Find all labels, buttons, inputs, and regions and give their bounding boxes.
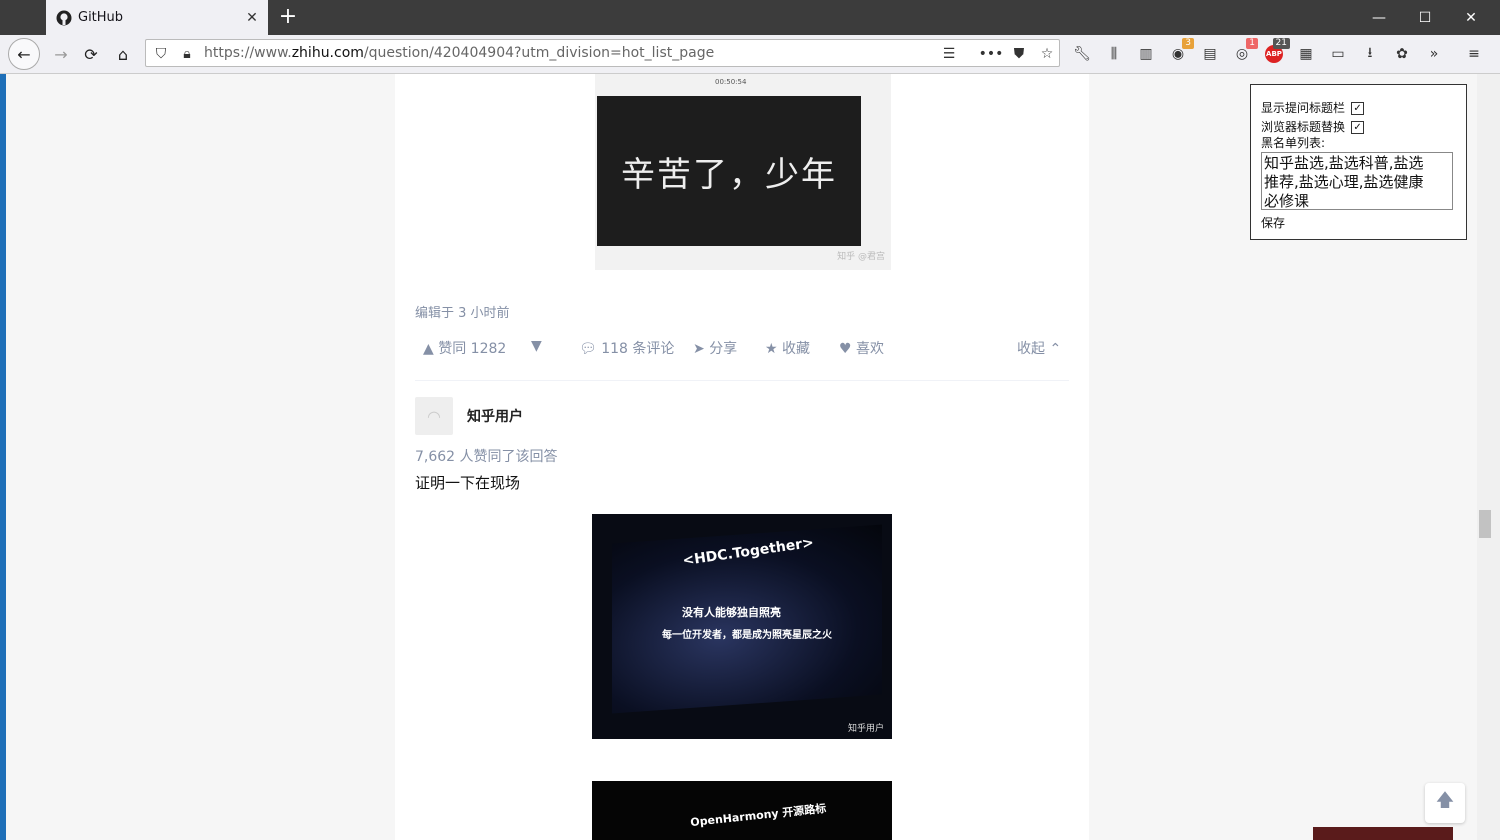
url-path: /question/420404904?utm_division=hot_lis… bbox=[363, 45, 715, 61]
favorite-button[interactable]: ★ 收藏 bbox=[765, 338, 810, 358]
answer-image[interactable]: 00:50:54 辛苦了，少年 知乎 @君宫 bbox=[595, 74, 891, 270]
bookmark-star-icon[interactable]: ☆ bbox=[1036, 43, 1058, 65]
vote-count: 7,662 人赞同了该回答 bbox=[415, 449, 558, 465]
like-label: 喜欢 bbox=[856, 341, 885, 357]
show-title-row: 显示提问标题栏 ✓ bbox=[1261, 99, 1365, 116]
extension-globe-icon[interactable]: ◉ 3 bbox=[1168, 38, 1194, 64]
answer-list: 00:50:54 辛苦了，少年 知乎 @君宫 编辑于 3 小时前 ▲ 赞同 12… bbox=[395, 74, 1089, 840]
show-title-checkbox[interactable]: ✓ bbox=[1351, 102, 1365, 115]
navigation-toolbar: ← → ⟳ ⌂ ⛉ 🔒︎ https://www.zhihu.com/quest… bbox=[0, 35, 1500, 74]
close-window-button[interactable]: ✕ bbox=[1448, 0, 1494, 35]
favorite-label: 收藏 bbox=[782, 341, 811, 357]
share-button[interactable]: ➤ 分享 bbox=[693, 338, 737, 358]
new-tab-button[interactable]: + bbox=[276, 5, 300, 29]
avatar[interactable]: ◠ bbox=[415, 397, 453, 435]
image-watermark: 知乎用户 bbox=[847, 724, 884, 734]
taskbar-thumbnail bbox=[1313, 827, 1453, 840]
answer-image[interactable]: <HDC.Together> 没有人能够独自照亮 每一位开发者，都是成为照亮星辰… bbox=[592, 514, 892, 739]
minimize-button[interactable]: — bbox=[1356, 0, 1402, 35]
overflow-chevron-icon[interactable]: » bbox=[1424, 44, 1444, 64]
url-host-prefix: https://www. bbox=[204, 45, 292, 61]
shield-icon[interactable]: ⛉ bbox=[150, 43, 172, 65]
reader-view-icon[interactable]: ☰ bbox=[938, 43, 960, 65]
replace-title-label: 浏览器标题替换 bbox=[1261, 120, 1346, 134]
extension-badge: 3 bbox=[1182, 38, 1194, 49]
url-text[interactable]: https://www.zhihu.com/question/420404904… bbox=[204, 45, 714, 61]
edited-time[interactable]: 编辑于 3 小时前 bbox=[415, 302, 510, 321]
extension-grid-icon[interactable]: ▦ bbox=[1296, 44, 1316, 64]
replace-title-row: 浏览器标题替换 ✓ bbox=[1261, 118, 1365, 135]
extension-badge: 21 bbox=[1272, 38, 1290, 49]
scrollbar-thumb[interactable] bbox=[1479, 510, 1491, 538]
url-bar[interactable]: ⛉ 🔒︎ https://www.zhihu.com/question/4204… bbox=[145, 39, 1060, 67]
extension-window-icon[interactable]: ▤ bbox=[1200, 44, 1220, 64]
replace-title-checkbox[interactable]: ✓ bbox=[1351, 121, 1365, 134]
share-label: 分享 bbox=[709, 341, 738, 357]
upvote-button[interactable]: ▲ 赞同 1282 bbox=[423, 338, 506, 358]
downvote-button[interactable]: ▼ bbox=[531, 338, 542, 354]
answer-text: 证明一下在现场 bbox=[415, 474, 521, 492]
menu-icon[interactable]: ≡ bbox=[1464, 44, 1484, 64]
userscript-settings-panel: 显示提问标题栏 ✓ 浏览器标题替换 ✓ 黑名单列表: 知乎盐选,盐选科普,盐选推荐,… bbox=[1250, 84, 1467, 240]
page-actions-icon[interactable]: ••• bbox=[979, 43, 1004, 65]
tab-github[interactable]: GitHub ✕ bbox=[46, 0, 268, 35]
image-watermark: 知乎 @君宫 bbox=[837, 252, 885, 262]
extension-paw-icon[interactable]: ✿ bbox=[1392, 44, 1412, 64]
image-time: 00:50:54 bbox=[715, 78, 747, 86]
back-to-top-button[interactable]: 🡅 bbox=[1425, 783, 1465, 823]
image-dark-screen: 辛苦了，少年 bbox=[597, 96, 861, 246]
image-caption: OpenHarmony 开源路标 bbox=[689, 801, 827, 830]
pocket-icon[interactable]: ⛊ bbox=[1008, 43, 1030, 65]
tab-strip: GitHub ✕ + — ☐ ✕ bbox=[0, 0, 1500, 35]
collapse-button[interactable]: 收起 ⌃ bbox=[1017, 338, 1061, 358]
image-caption: 辛苦了，少年 bbox=[621, 154, 837, 195]
save-button[interactable]: 保存 bbox=[1261, 214, 1285, 231]
adblock-plus-icon[interactable]: ABP 21 bbox=[1264, 38, 1290, 64]
image-line-1: 没有人能够独自照亮 bbox=[682, 606, 781, 619]
forward-button[interactable]: → bbox=[46, 39, 76, 69]
show-title-label: 显示提问标题栏 bbox=[1261, 101, 1346, 115]
wrench-icon[interactable]: 🔧︎ bbox=[1072, 44, 1092, 64]
url-host: zhihu.com bbox=[291, 45, 364, 61]
answer-actions: ▲ 赞同 1282 ▼ 💬︎ 118 条评论 ➤ 分享 ★ 收藏 ♥ 喜欢 收起… bbox=[415, 338, 1069, 358]
image-line-2: 每一位开发者，都是成为照亮星辰之火 bbox=[662, 630, 832, 641]
author-name[interactable]: 知乎用户 bbox=[467, 406, 523, 426]
close-icon[interactable]: ✕ bbox=[242, 8, 262, 28]
blacklist-textarea[interactable]: 知乎盐选,盐选科普,盐选推荐,盐选心理,盐选健康必修课 bbox=[1261, 152, 1453, 210]
desktop-edge bbox=[0, 74, 6, 840]
maximize-button[interactable]: ☐ bbox=[1402, 0, 1448, 35]
comments-button[interactable]: 💬︎ 118 条评论 bbox=[579, 338, 674, 358]
home-button[interactable]: ⌂ bbox=[108, 39, 138, 69]
page-viewport: 00:50:54 辛苦了，少年 知乎 @君宫 编辑于 3 小时前 ▲ 赞同 12… bbox=[0, 74, 1500, 840]
extension-notes-icon[interactable]: ▭ bbox=[1328, 44, 1348, 64]
page-scrollbar[interactable] bbox=[1477, 74, 1500, 840]
back-button[interactable]: ← bbox=[8, 38, 40, 70]
sidebar-icon[interactable]: ▥ bbox=[1136, 44, 1156, 64]
download-icon[interactable]: ⭳ bbox=[1360, 44, 1380, 64]
answer-divider bbox=[415, 380, 1069, 381]
lock-icon[interactable]: 🔒︎ bbox=[176, 43, 198, 65]
like-button[interactable]: ♥ 喜欢 bbox=[839, 338, 884, 358]
extension-badge: 1 bbox=[1246, 38, 1258, 49]
answer-image[interactable]: OpenHarmony 开源路标 bbox=[592, 781, 892, 840]
library-icon[interactable]: ⫼ bbox=[1104, 44, 1124, 64]
comments-label: 118 条评论 bbox=[601, 341, 675, 357]
extension-ghost-icon[interactable]: ◎ 1 bbox=[1232, 38, 1258, 64]
blacklist-label: 黑名单列表: bbox=[1261, 136, 1326, 150]
browser-window: GitHub ✕ + — ☐ ✕ ← → ⟳ ⌂ ⛉ 🔒︎ https://ww… bbox=[0, 0, 1500, 840]
reload-button[interactable]: ⟳ bbox=[76, 39, 106, 69]
github-icon bbox=[56, 10, 72, 25]
collapse-label: 收起 bbox=[1017, 341, 1045, 357]
upvote-label: 赞同 1282 bbox=[438, 341, 507, 357]
tab-title: GitHub bbox=[78, 10, 124, 25]
